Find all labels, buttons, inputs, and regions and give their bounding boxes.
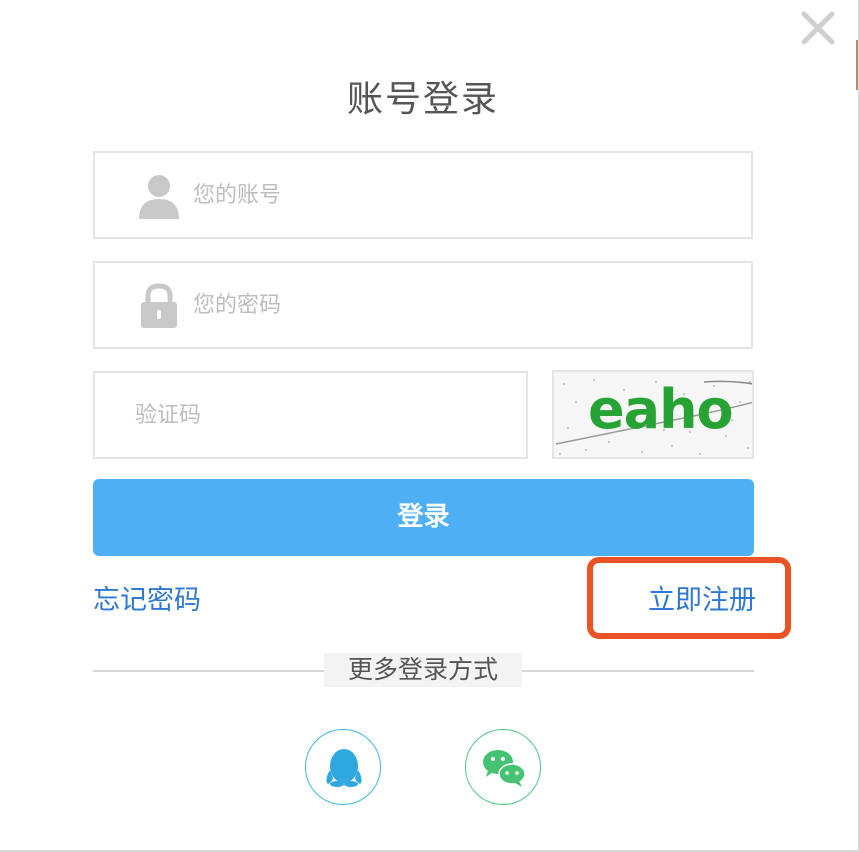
close-icon: [801, 11, 835, 45]
register-link[interactable]: 立即注册: [648, 578, 756, 617]
close-button[interactable]: [798, 8, 838, 48]
account-field[interactable]: [93, 151, 753, 239]
captcha-field[interactable]: [93, 371, 528, 459]
wechat-icon: [483, 750, 526, 787]
wechat-login-button[interactable]: [465, 729, 541, 805]
forgot-password-link[interactable]: 忘记密码: [93, 578, 201, 617]
qq-login-button[interactable]: [305, 729, 381, 805]
user-icon: [139, 175, 179, 219]
password-input[interactable]: [191, 263, 731, 347]
more-login-label: 更多登录方式: [324, 653, 522, 687]
window-edge-accent: [856, 40, 858, 90]
captcha-image[interactable]: eaho: [552, 370, 754, 459]
password-field[interactable]: [93, 261, 753, 349]
page-title: 账号登录: [346, 79, 499, 120]
login-dialog: 账号登录 您的账号 验证码 eaho 登录 忘记密码 立即注册 更多登录方式: [0, 0, 860, 852]
captcha-text: eaho: [588, 378, 734, 441]
login-button[interactable]: 登录: [93, 479, 754, 556]
qq-penguin-icon: [326, 749, 362, 787]
lock-icon: [141, 283, 177, 328]
account-input[interactable]: [191, 153, 731, 237]
captcha-input[interactable]: [133, 373, 513, 457]
